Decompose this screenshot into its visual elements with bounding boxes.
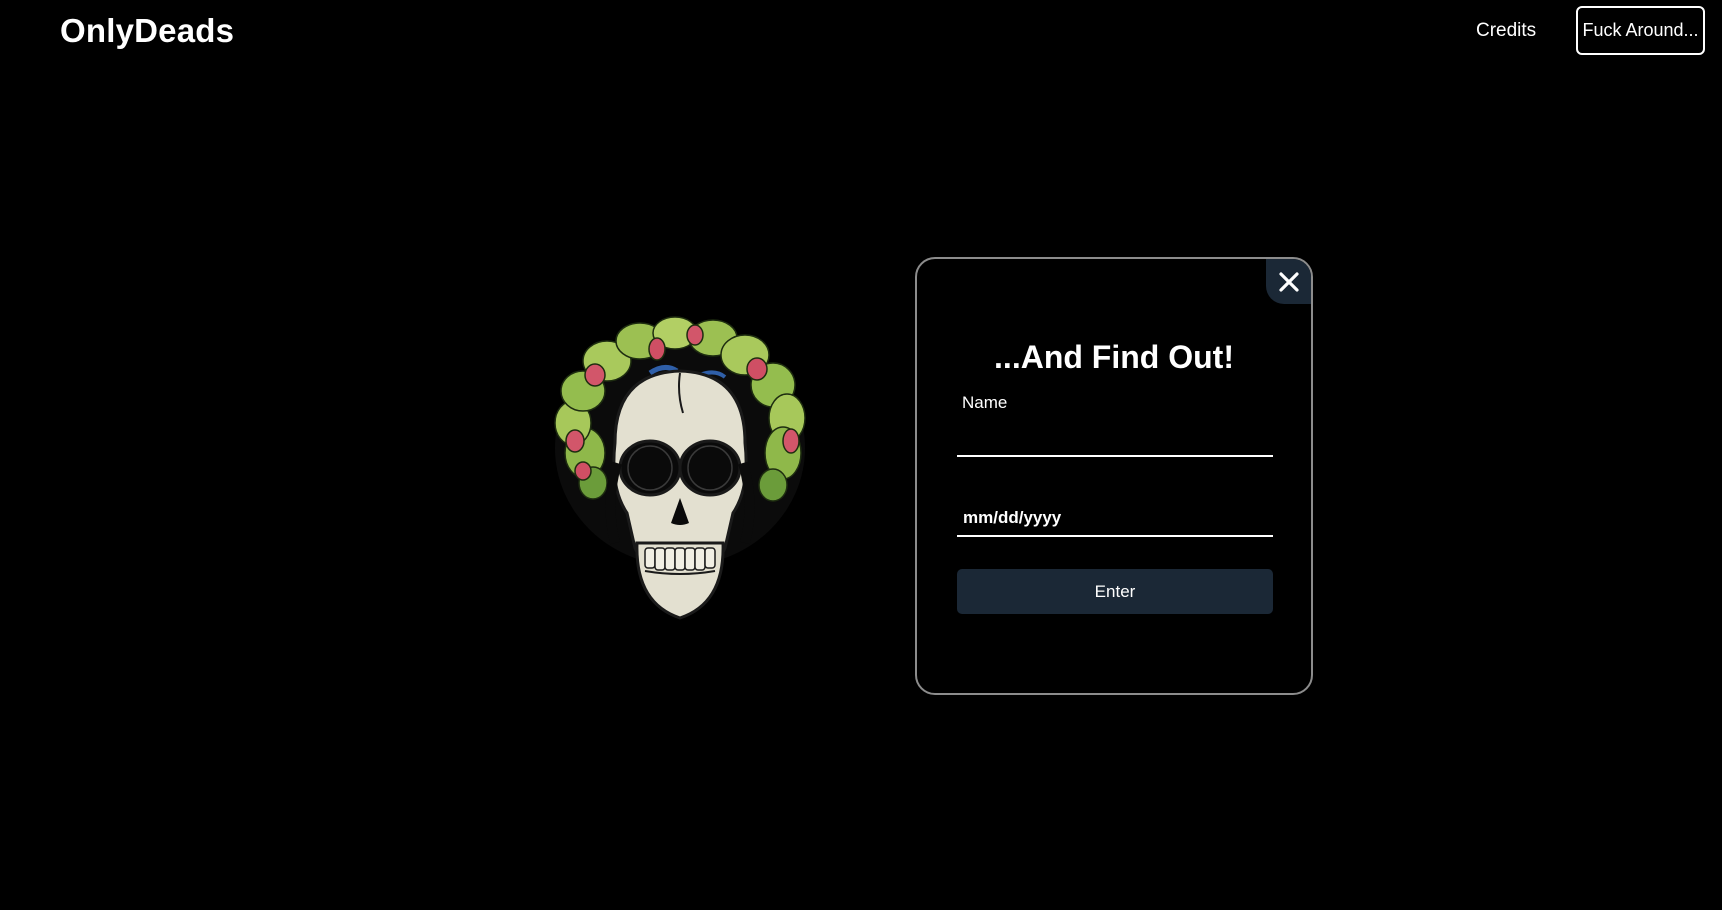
page: OnlyDeads Credits Fuck Around... ...And … <box>0 0 1722 910</box>
name-label: Name <box>962 393 1008 412</box>
enter-button[interactable]: Enter <box>957 569 1273 614</box>
date-input[interactable]: mm/dd/yyyy <box>957 499 1273 537</box>
nav-credits-link[interactable]: Credits <box>1476 19 1536 43</box>
modal-title: ...And Find Out! <box>994 339 1234 375</box>
teeth <box>644 547 716 571</box>
skull-illustration <box>554 316 806 620</box>
nav-fuck-around-button[interactable]: Fuck Around... <box>1576 6 1705 55</box>
name-input[interactable] <box>957 419 1273 457</box>
find-out-modal: ...And Find Out! Name mm/dd/yyyy Enter <box>915 257 1313 695</box>
site-logo[interactable]: OnlyDeads <box>60 12 234 50</box>
close-button[interactable] <box>1266 259 1311 304</box>
close-icon <box>1278 271 1299 292</box>
skull-image <box>545 313 815 643</box>
